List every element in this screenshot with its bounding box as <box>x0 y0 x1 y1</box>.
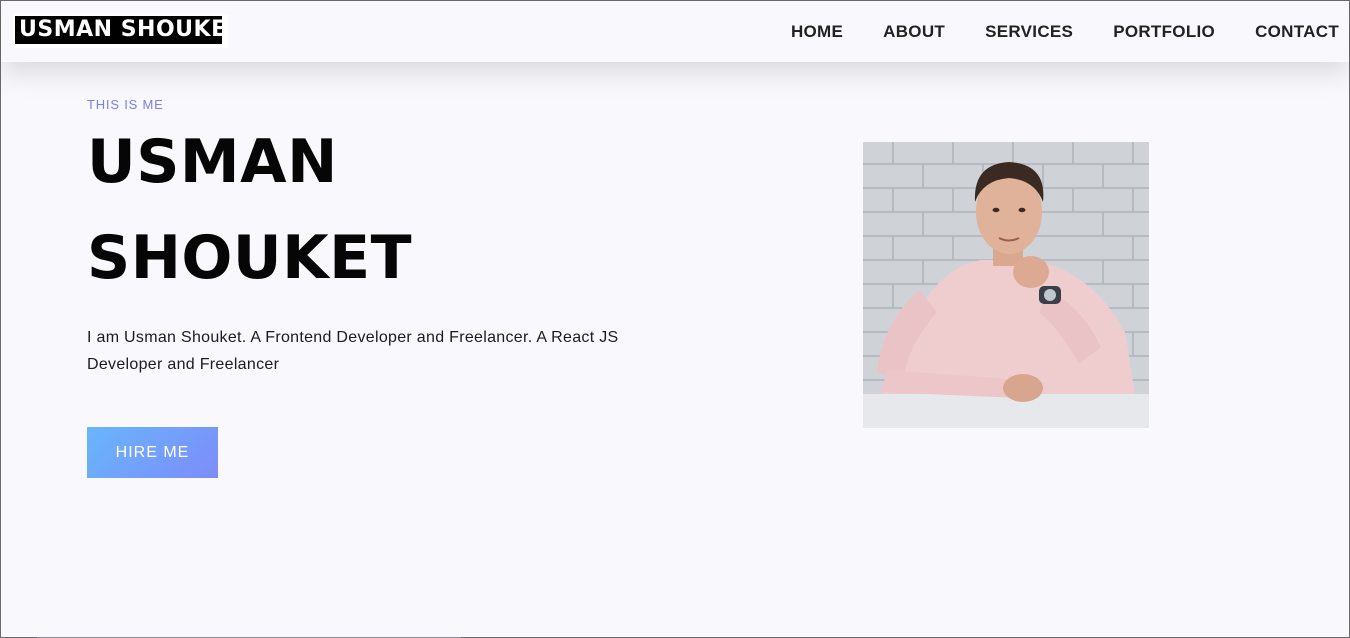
navbar: USMAN SHOUKET HOME ABOUT SERVICES PORTFO… <box>1 1 1349 62</box>
logo[interactable]: USMAN SHOUKET <box>13 14 228 48</box>
nav-menu: HOME ABOUT SERVICES PORTFOLIO CONTACT <box>751 1 1339 62</box>
hire-me-button[interactable]: HIRE ME <box>87 427 218 478</box>
hero-bio: I am Usman Shouket. A Frontend Developer… <box>87 329 619 373</box>
hero-eyebrow: THIS IS ME <box>87 97 164 112</box>
nav-item-about[interactable]: ABOUT <box>883 22 945 42</box>
logo-text: USMAN SHOUKET <box>15 16 222 44</box>
profile-photo <box>863 142 1149 428</box>
nav-item-home[interactable]: HOME <box>791 22 843 42</box>
nav-item-portfolio[interactable]: PORTFOLIO <box>1113 22 1215 42</box>
hero-name-first: USMAN <box>87 127 338 197</box>
hero-name-last: SHOUKET <box>87 223 413 293</box>
nav-item-contact[interactable]: CONTACT <box>1255 22 1339 42</box>
nav-item-services[interactable]: SERVICES <box>985 22 1073 42</box>
